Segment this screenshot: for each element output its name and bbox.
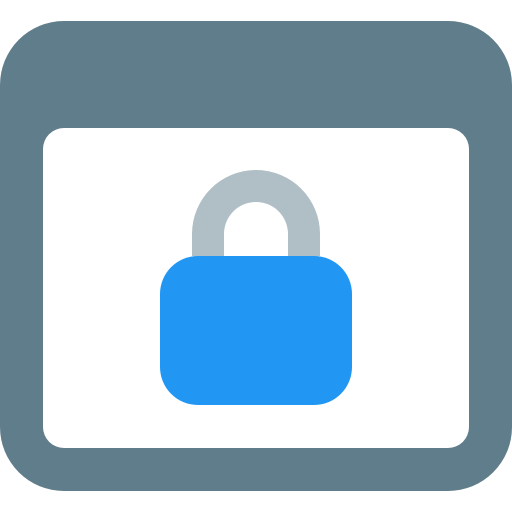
browser-lock-icon bbox=[0, 21, 512, 491]
icon-canvas bbox=[0, 0, 512, 512]
padlock-body bbox=[160, 256, 352, 405]
